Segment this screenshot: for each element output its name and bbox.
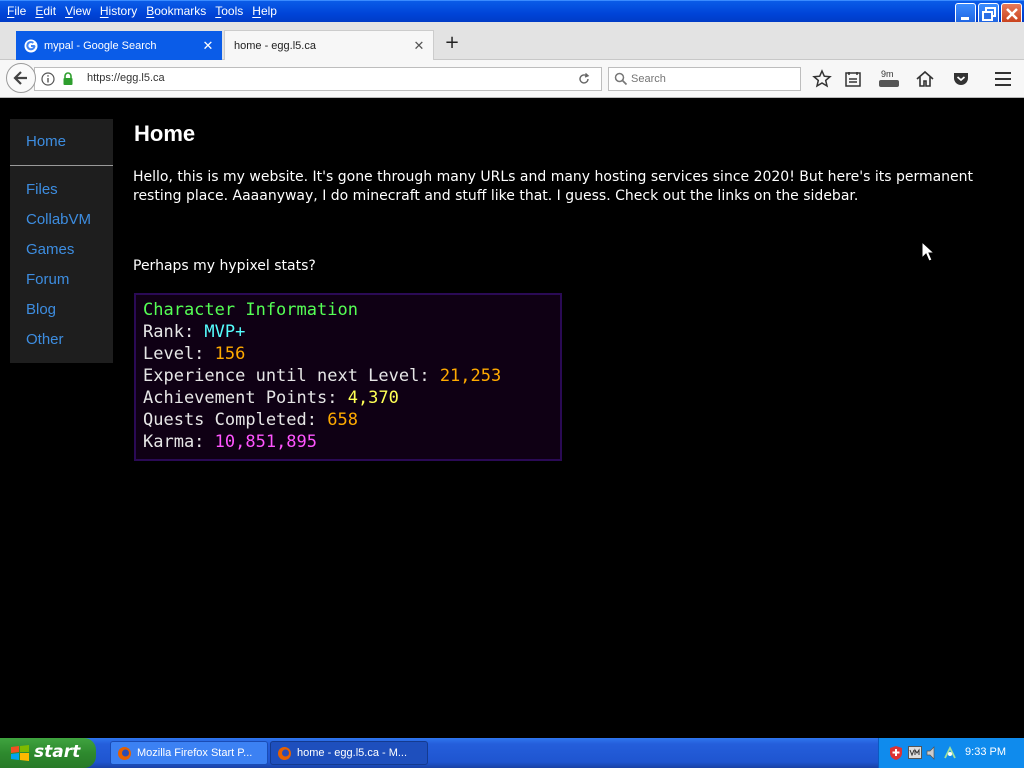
stat-label: Level: [143, 344, 215, 364]
close-window-button[interactable] [1001, 3, 1022, 24]
stat-value-rank: MVP+ [204, 322, 246, 342]
mouse-cursor-icon [921, 241, 935, 262]
taskbar-item-label: Mozilla Firefox Start P... [137, 747, 253, 759]
sidebar: Home Files CollabVM Games Forum Blog Oth… [10, 119, 113, 363]
system-tray: 9:33 PM [878, 738, 1024, 768]
navigation-bar: https://egg.l5.ca 9m [0, 60, 1024, 98]
search-icon [614, 72, 628, 86]
start-label: start [34, 742, 81, 762]
sidebar-item-other[interactable]: Other [26, 331, 64, 348]
timer-extension-button[interactable]: 9m [878, 69, 900, 89]
minimize-button[interactable] [955, 3, 976, 24]
tab-google-search[interactable]: mypal - Google Search ✕ [16, 31, 222, 60]
tab-title: mypal - Google Search [44, 39, 157, 52]
page-content: Home Files CollabVM Games Forum Blog Oth… [0, 99, 1024, 737]
stats-prompt: Perhaps my hypixel stats? [133, 258, 316, 274]
menu-view[interactable]: View [62, 4, 97, 18]
new-tab-button[interactable]: + [442, 34, 462, 54]
stat-row-karma: Karma: 10,851,895 [143, 431, 560, 453]
menu-bookmarks[interactable]: Bookmarks [143, 4, 212, 18]
taskbar-item-label: home - egg.l5.ca - M... [297, 747, 408, 759]
url-text[interactable]: https://egg.l5.ca [87, 72, 165, 84]
security-shield-icon[interactable] [889, 745, 903, 761]
start-button[interactable]: start [0, 738, 96, 768]
stat-label: Quests Completed: [143, 410, 328, 430]
lock-icon[interactable] [62, 72, 74, 86]
stat-value-quests: 658 [327, 410, 358, 430]
menu-tools[interactable]: Tools [212, 4, 249, 18]
maximize-button[interactable] [978, 3, 999, 24]
character-info-card: Character Information Rank: MVP+ Level: … [134, 293, 562, 461]
sidebar-item-files[interactable]: Files [26, 181, 58, 198]
stat-label: Achievement Points: [143, 388, 348, 408]
taskbar: start Mozilla Firefox Start P... home - … [0, 738, 1024, 768]
url-bar[interactable]: https://egg.l5.ca [34, 67, 602, 91]
close-tab-icon[interactable]: ✕ [200, 38, 216, 54]
menu-edit[interactable]: Edit [32, 4, 62, 18]
tab-home[interactable]: home - egg.l5.ca ✕ [224, 30, 434, 60]
stat-row-rank: Rank: MVP+ [143, 321, 560, 343]
sidebar-item-forum[interactable]: Forum [26, 271, 69, 288]
stat-label: Rank: [143, 322, 205, 342]
stat-label: Experience until next Level: [143, 366, 440, 386]
vm-tools-icon[interactable] [908, 746, 922, 759]
sidebar-item-blog[interactable]: Blog [26, 301, 56, 318]
home-icon[interactable] [915, 69, 935, 89]
search-box[interactable] [608, 67, 801, 91]
reading-list-icon[interactable] [843, 69, 863, 89]
windows-logo-icon [11, 745, 29, 761]
sidebar-item-home[interactable]: Home [26, 133, 66, 150]
stat-row-quests: Quests Completed: 658 [143, 409, 560, 431]
character-info-title: Character Information [143, 300, 358, 320]
stat-row-achievement-points: Achievement Points: 4,370 [143, 387, 560, 409]
volume-icon[interactable] [925, 745, 939, 761]
stat-row-experience: Experience until next Level: 21,253 [143, 365, 560, 387]
menu-help[interactable]: Help [249, 4, 283, 18]
stat-value-karma: 10,851,895 [214, 432, 318, 452]
stat-row-level: Level: 156 [143, 343, 560, 365]
menu-history[interactable]: History [97, 4, 143, 18]
pocket-icon[interactable] [951, 69, 971, 89]
menu-file[interactable]: File [4, 4, 32, 18]
clock: 9:33 PM [965, 746, 1006, 758]
timer-badge: 9m [881, 69, 894, 79]
close-tab-icon[interactable]: ✕ [411, 38, 427, 54]
taskbar-item-home-egg[interactable]: home - egg.l5.ca - M... [270, 741, 428, 765]
back-arrow-icon [13, 71, 27, 85]
stat-value-experience: 21,253 [439, 366, 502, 386]
reload-icon[interactable] [577, 72, 591, 86]
network-icon[interactable] [942, 745, 958, 761]
search-input[interactable] [631, 71, 791, 87]
hamburger-menu-icon[interactable] [993, 69, 1013, 89]
sidebar-item-collabvm[interactable]: CollabVM [26, 211, 91, 228]
firefox-icon [118, 747, 131, 760]
intro-paragraph: Hello, this is my website. It's gone thr… [133, 169, 974, 204]
timer-icon [879, 80, 899, 87]
page-title: Home [134, 121, 196, 146]
bookmark-star-icon[interactable] [812, 69, 832, 89]
stat-value-level: 156 [214, 344, 246, 364]
stat-value-achievement-points: 4,370 [347, 388, 399, 408]
taskbar-item-firefox-start[interactable]: Mozilla Firefox Start P... [110, 741, 268, 765]
sidebar-divider [10, 165, 113, 166]
info-icon[interactable] [41, 72, 55, 86]
google-icon [24, 39, 38, 52]
stat-label: Karma: [143, 432, 215, 452]
menu-bar: File Edit View History Bookmarks Tools H… [0, 0, 1024, 24]
sidebar-item-games[interactable]: Games [26, 241, 74, 258]
menu-list: File Edit View History Bookmarks Tools H… [4, 4, 283, 18]
firefox-icon [278, 747, 291, 760]
tab-title: home - egg.l5.ca [234, 39, 316, 52]
back-button[interactable] [6, 63, 36, 93]
tab-strip: mypal - Google Search ✕ home - egg.l5.ca… [0, 22, 1024, 60]
